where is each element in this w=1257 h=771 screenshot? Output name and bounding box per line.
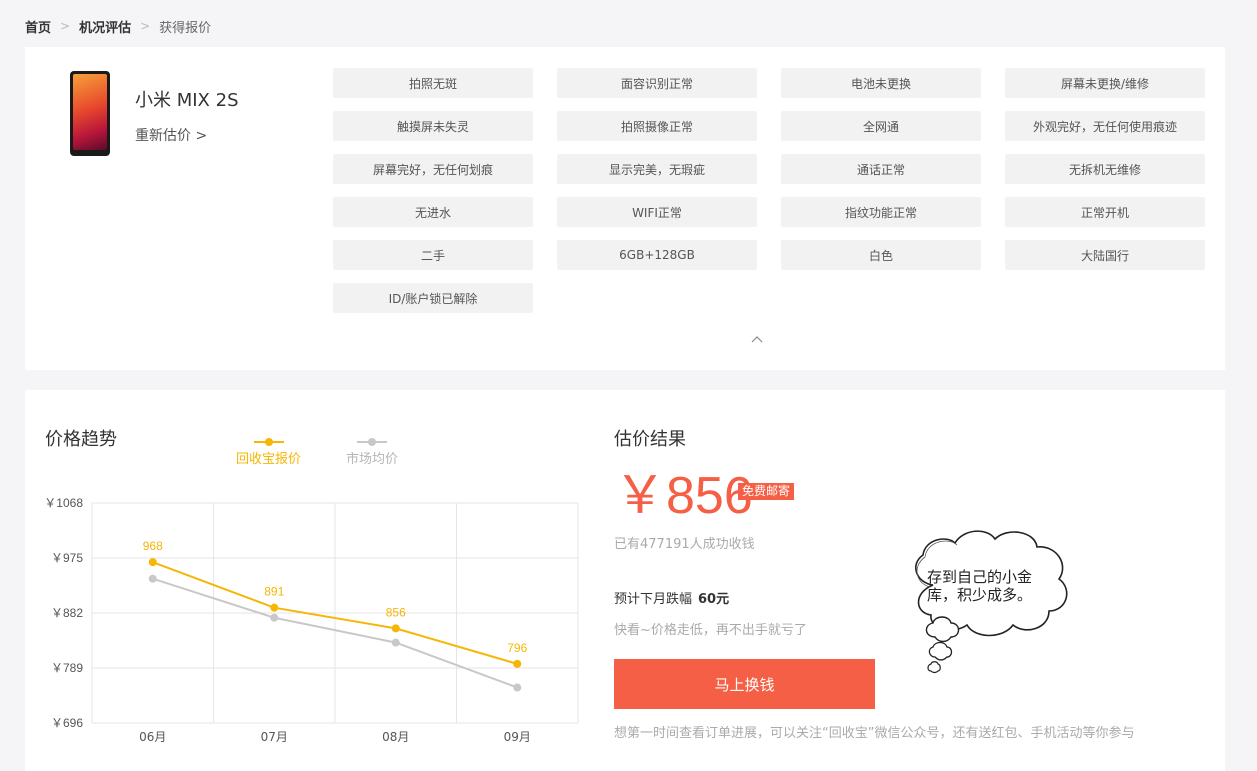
next-month-drop: 预计下月跌幅 60元 <box>614 588 729 607</box>
x-tick-label: 06月 <box>139 730 166 744</box>
y-tick-label: ￥975 <box>51 551 83 565</box>
x-tick-label: 07月 <box>261 730 288 744</box>
success-count: 已有477191人成功收钱 <box>614 537 755 552</box>
condition-tag: 白色 <box>781 240 981 270</box>
condition-tag: 无进水 <box>333 197 533 227</box>
condition-tag: 拍照摄像正常 <box>557 111 757 141</box>
y-tick-label: ￥696 <box>51 716 83 730</box>
breadcrumb-home-link[interactable]: 首页 <box>25 17 51 36</box>
condition-tag: 6GB+128GB <box>557 240 757 270</box>
breadcrumb: 首页 > 机况评估 > 获得报价 <box>25 16 211 36</box>
condition-tag: 面容识别正常 <box>557 68 757 98</box>
data-label: 856 <box>386 605 406 619</box>
condition-tag: 指纹功能正常 <box>781 197 981 227</box>
condition-tags: 拍照无斑 面容识别正常 电池未更换 屏幕未更换/维修触摸屏未失灵 拍照摄像正常 全网通 外观… <box>333 68 1205 313</box>
estimated-price: ￥856 <box>614 467 753 525</box>
series-ours-point <box>270 603 279 612</box>
y-tick-label: ￥882 <box>51 606 83 620</box>
condition-tag: WIFI正常 <box>557 197 757 227</box>
result-title: 估价结果 <box>614 429 686 450</box>
condition-tag: 大陆国行 <box>1005 240 1205 270</box>
series-ours-point <box>513 659 522 668</box>
condition-tag: 电池未更换 <box>781 68 981 98</box>
series-market-point <box>148 574 157 583</box>
data-label: 796 <box>507 641 527 655</box>
x-tick-label: 08月 <box>382 730 409 744</box>
phone-screen <box>73 74 107 150</box>
phone-image <box>70 71 110 156</box>
condition-tag: ID/账户锁已解除 <box>333 283 533 313</box>
breadcrumb-current: 获得报价 <box>159 20 212 36</box>
thought-bubble <box>914 530 1068 674</box>
series-ours-point <box>148 558 157 567</box>
drop-amount: 60元 <box>698 592 730 607</box>
valuation-panel: 价格趋势 回收宝报价 市场均价 ￥1068 ￥975 ￥882 ￥789 ￥696 06月… <box>25 390 1225 771</box>
condition-tag: 屏幕未更换/维修 <box>1005 68 1205 98</box>
drop-label: 预计下月跌幅 <box>614 592 693 607</box>
data-label: 891 <box>264 585 284 599</box>
cash-out-button[interactable]: 马上换钱 <box>614 659 875 709</box>
condition-tag: 通话正常 <box>781 154 981 184</box>
breadcrumb-evaluation-link[interactable]: 机况评估 <box>79 17 131 36</box>
condition-tag: 显示完美，无瑕疵 <box>557 154 757 184</box>
series-ours-point <box>391 624 400 633</box>
series-market-point <box>513 683 522 692</box>
condition-tag: 二手 <box>333 240 533 270</box>
free-shipping-badge: 免费邮寄 <box>738 483 795 500</box>
condition-tag: 全网通 <box>781 111 981 141</box>
follow-hint: 想第一时间查看订单进展，可以关注“回收宝”微信公众号，还有送红包、手机活动等你参… <box>614 726 1135 741</box>
condition-tag: 无拆机无维修 <box>1005 154 1205 184</box>
condition-tag: 外观完好，无任何使用痕迹 <box>1005 111 1205 141</box>
condition-tag: 正常开机 <box>1005 197 1205 227</box>
price-trend-chart: ￥1068 ￥975 ￥882 ￥789 ￥696 06月 07月 08月 09月 968 891 8… <box>44 496 579 744</box>
series-market-point <box>391 638 400 647</box>
chevron-up-icon[interactable] <box>751 333 763 345</box>
chevron-right-icon: > <box>60 19 71 33</box>
condition-tag: 触摸屏未失灵 <box>333 111 533 141</box>
y-tick-label: ￥1068 <box>44 496 83 510</box>
product-summary-panel: 小米 MIX 2S 重新估价 > 拍照无斑 面容识别正常 电池未更换 屏幕未更换/维修… <box>25 47 1225 370</box>
data-label: 968 <box>143 539 163 553</box>
series-market-point <box>270 613 279 622</box>
re-estimate-link[interactable]: 重新估价 > <box>135 125 207 145</box>
drop-hint: 快看~价格走低，再不出手就亏了 <box>614 623 807 638</box>
chevron-right-icon: > <box>140 19 151 33</box>
bubble-text: 存到自己的小金库，积少成多。 <box>927 568 1033 604</box>
condition-tag: 屏幕完好，无任何划痕 <box>333 154 533 184</box>
y-tick-label: ￥789 <box>51 661 83 675</box>
x-tick-label: 09月 <box>504 730 531 744</box>
product-name: 小米 MIX 2S <box>135 90 239 111</box>
condition-tag: 拍照无斑 <box>333 68 533 98</box>
